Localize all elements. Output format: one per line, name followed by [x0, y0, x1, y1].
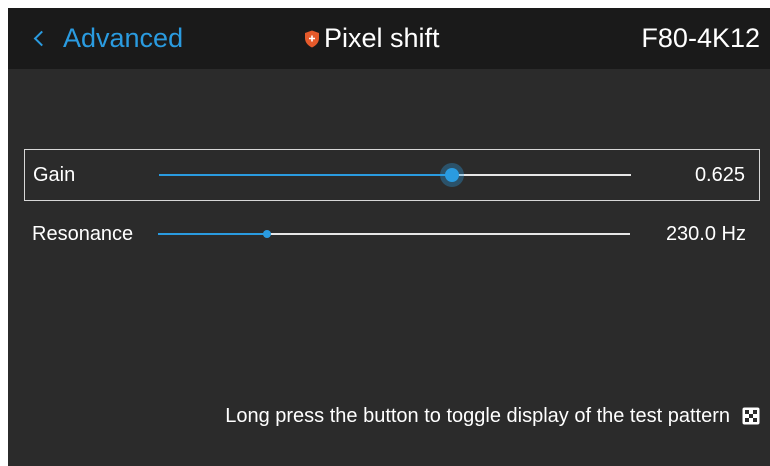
gain-value: 0.625: [694, 163, 745, 186]
resonance-slider-thumb[interactable]: [262, 230, 271, 238]
model-name: F80-4K12: [641, 23, 760, 53]
back-button[interactable]: Advanced: [28, 8, 183, 69]
shield-icon: [305, 30, 319, 47]
gain-slider-track[interactable]: [159, 168, 631, 182]
chevron-left-icon: [33, 30, 50, 47]
test-pattern-icon[interactable]: [742, 407, 760, 425]
resonance-slider-fill: [158, 233, 267, 235]
header-bar: Advanced Pixel shift F80-4K12: [8, 8, 770, 69]
test-pattern-hint: Long press the button to toggle display …: [225, 398, 760, 434]
page-title-text: Pixel shift: [324, 23, 440, 53]
resonance-label: Resonance: [32, 222, 134, 245]
page-title: Pixel shift: [304, 8, 440, 69]
gain-slider-row[interactable]: Gain 0.625: [24, 149, 760, 201]
hint-text: Long press the button to toggle display …: [225, 404, 730, 427]
gain-slider-fill: [159, 174, 452, 176]
back-label: Advanced: [63, 23, 184, 53]
resonance-value: 230.0 Hz: [665, 222, 746, 245]
gain-label: Gain: [33, 163, 76, 186]
resonance-slider-track[interactable]: [158, 230, 630, 238]
pixel-shift-screen: Advanced Pixel shift F80-4K12 Gain 0.625…: [8, 8, 770, 466]
gain-slider-thumb[interactable]: [444, 168, 459, 182]
resonance-slider-row[interactable]: Resonance 230.0 Hz: [24, 208, 760, 260]
